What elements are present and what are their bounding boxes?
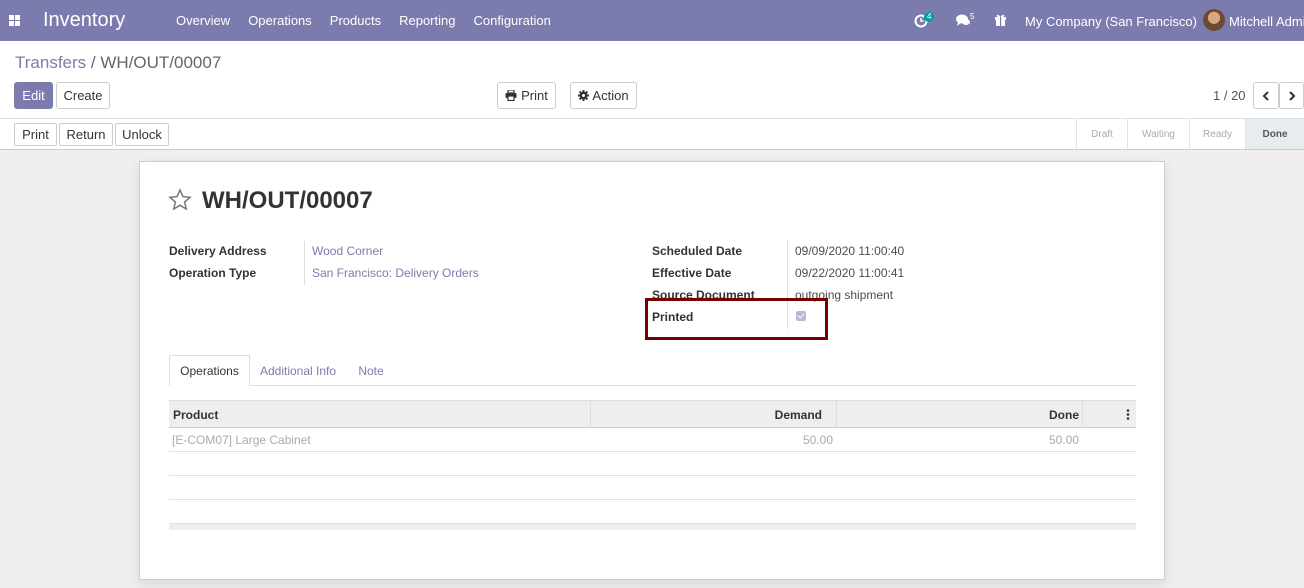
control-panel: Transfers / WH/OUT/00007 Edit Create Pri… bbox=[0, 41, 1304, 119]
edit-button[interactable]: Edit bbox=[14, 82, 53, 109]
app-name[interactable]: Inventory bbox=[43, 9, 125, 32]
stage-ready: Ready bbox=[1189, 119, 1245, 149]
record-title: WH/OUT/00007 bbox=[202, 187, 373, 214]
column-separator bbox=[836, 401, 837, 428]
table-row-empty bbox=[169, 476, 1136, 500]
main-menu: Overview Operations Products Reporting C… bbox=[176, 13, 569, 28]
scheduled-date-value: 09/09/2020 11:00:40 bbox=[795, 244, 905, 258]
scheduled-date-label: Scheduled Date bbox=[652, 244, 743, 258]
stage-done: Done bbox=[1245, 119, 1304, 149]
breadcrumb-transfers-link[interactable]: Transfers bbox=[15, 53, 86, 72]
create-button[interactable]: Create bbox=[56, 82, 110, 109]
breadcrumb: Transfers / WH/OUT/00007 bbox=[15, 53, 221, 73]
action-label: Action bbox=[592, 88, 629, 103]
effective-date-label: Effective Date bbox=[652, 266, 732, 280]
table-footer bbox=[169, 523, 1136, 530]
company-switcher[interactable]: My Company (San Francisco) bbox=[1025, 14, 1197, 29]
column-done[interactable]: Done bbox=[1049, 401, 1079, 428]
operation-type-value[interactable]: San Francisco: Delivery Orders bbox=[312, 266, 479, 280]
unlock-button[interactable]: Unlock bbox=[115, 123, 169, 146]
print-label: Print bbox=[521, 88, 548, 103]
column-product[interactable]: Product bbox=[173, 401, 218, 428]
return-button[interactable]: Return bbox=[59, 123, 113, 146]
messages-count-badge: 5 bbox=[970, 12, 975, 21]
product-cell: [E-COM07] Large Cabinet bbox=[172, 433, 311, 447]
messages-chat-icon[interactable] bbox=[956, 14, 971, 27]
tab-operations[interactable]: Operations bbox=[169, 355, 250, 386]
delivery-address-value[interactable]: Wood Corner bbox=[312, 244, 383, 258]
chevron-left-icon bbox=[1262, 90, 1269, 101]
menu-operations[interactable]: Operations bbox=[248, 13, 312, 28]
menu-products[interactable]: Products bbox=[330, 13, 381, 28]
form-sheet: WH/OUT/00007 Delivery Address Wood Corne… bbox=[139, 161, 1165, 580]
column-separator bbox=[590, 401, 591, 428]
field-separator bbox=[304, 241, 305, 285]
effective-date-value: 09/22/2020 11:00:41 bbox=[795, 266, 905, 280]
menu-reporting[interactable]: Reporting bbox=[399, 13, 455, 28]
chevron-right-icon bbox=[1288, 90, 1295, 101]
operation-type-label: Operation Type bbox=[169, 266, 257, 280]
favorite-star-icon[interactable] bbox=[168, 188, 192, 212]
breadcrumb-separator: / bbox=[90, 53, 96, 72]
breadcrumb-current: WH/OUT/00007 bbox=[100, 53, 222, 72]
table-row[interactable]: [E-COM07] Large Cabinet 50.00 50.00 bbox=[169, 428, 1136, 452]
status-stages: Draft Waiting Ready Done bbox=[1076, 119, 1304, 149]
printed-highlight-box bbox=[645, 298, 828, 340]
menu-configuration[interactable]: Configuration bbox=[473, 13, 550, 28]
stage-draft: Draft bbox=[1076, 119, 1127, 149]
column-demand[interactable]: Demand bbox=[775, 401, 822, 428]
user-menu[interactable]: Mitchell Admin bbox=[1229, 14, 1304, 29]
menu-overview[interactable]: Overview bbox=[176, 13, 230, 28]
pager-previous-button[interactable] bbox=[1253, 82, 1279, 109]
stage-waiting: Waiting bbox=[1127, 119, 1189, 149]
action-dropdown-button[interactable]: Action bbox=[570, 82, 637, 109]
apps-menu-icon[interactable] bbox=[9, 15, 20, 26]
print-button[interactable]: Print bbox=[14, 123, 57, 146]
table-row-empty bbox=[169, 452, 1136, 476]
activity-count-badge: 4 bbox=[924, 12, 935, 22]
done-cell: 50.00 bbox=[1048, 433, 1079, 447]
pager-value[interactable]: 1 / 20 bbox=[1213, 88, 1246, 103]
tab-note[interactable]: Note bbox=[347, 355, 395, 386]
printer-icon bbox=[505, 90, 517, 101]
gift-icon[interactable] bbox=[994, 13, 1007, 26]
table-row-empty bbox=[169, 500, 1136, 524]
gear-icon bbox=[578, 90, 590, 101]
column-separator bbox=[1082, 401, 1083, 428]
delivery-address-label: Delivery Address bbox=[169, 244, 267, 258]
optional-columns-icon[interactable] bbox=[1126, 409, 1130, 420]
top-navbar: Inventory Overview Operations Products R… bbox=[0, 0, 1304, 41]
tab-additional-info[interactable]: Additional Info bbox=[252, 355, 344, 386]
table-header: Product Demand Done bbox=[169, 400, 1136, 428]
notebook-tabs: Operations Additional Info Note bbox=[169, 355, 1136, 386]
user-avatar[interactable] bbox=[1203, 9, 1225, 31]
print-dropdown-button[interactable]: Print bbox=[497, 82, 556, 109]
pager-next-button[interactable] bbox=[1279, 82, 1304, 109]
demand-cell: 50.00 bbox=[802, 433, 833, 447]
form-statusbar: Print Return Unlock Draft Waiting Ready … bbox=[0, 119, 1304, 150]
